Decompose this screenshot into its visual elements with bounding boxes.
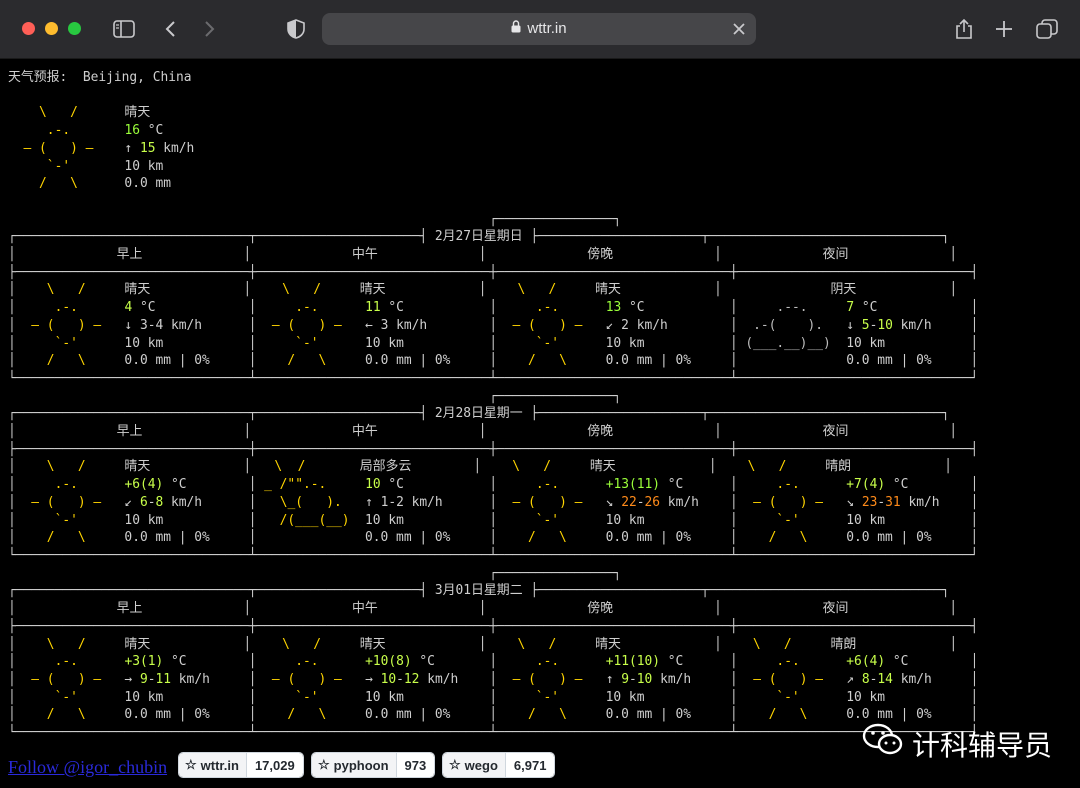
github-badge-wego[interactable]: ☆ wego 6,971 xyxy=(442,752,556,778)
new-tab-icon[interactable] xyxy=(993,16,1015,42)
close-window-button[interactable] xyxy=(22,22,35,35)
lock-icon xyxy=(511,13,521,45)
github-badge-pyphoon[interactable]: ☆ pyphoon 973 xyxy=(311,752,436,778)
privacy-shield-icon[interactable] xyxy=(285,16,307,42)
weather-report: 天气预报: Beijing, China \ / 晴天 .-. 16 °C ― … xyxy=(0,59,1080,788)
watermark-text: 计科辅导员 xyxy=(912,728,1053,762)
badge-label: wego xyxy=(464,757,498,773)
zoom-window-button[interactable] xyxy=(68,22,81,35)
badge-label: wttr.in xyxy=(200,757,239,773)
weather-ascii-report: 天气预报: Beijing, China \ / 晴天 .-. 16 °C ― … xyxy=(8,70,979,741)
watermark: 计科辅导员 xyxy=(862,722,1052,765)
badge-count: 973 xyxy=(395,753,435,777)
clear-url-icon[interactable] xyxy=(728,18,750,40)
badge-count: 17,029 xyxy=(245,753,303,777)
wechat-icon xyxy=(862,722,904,765)
tab-overview-icon[interactable] xyxy=(1035,16,1059,42)
browser-toolbar: wttr.in xyxy=(0,0,1080,59)
star-icon: ☆ xyxy=(449,757,461,772)
badge-label: pyphoon xyxy=(333,757,389,773)
sidebar-toggle-icon[interactable] xyxy=(112,16,136,42)
address-bar[interactable]: wttr.in xyxy=(322,13,756,45)
minimize-window-button[interactable] xyxy=(45,22,58,35)
url-display[interactable]: wttr.in xyxy=(322,13,756,45)
url-text: wttr.in xyxy=(527,20,567,37)
github-badge-wttr[interactable]: ☆ wttr.in 17,029 xyxy=(178,752,304,778)
badge-count: 6,971 xyxy=(504,753,555,777)
star-icon: ☆ xyxy=(185,757,197,772)
share-icon[interactable] xyxy=(953,16,975,42)
back-arrow-icon[interactable] xyxy=(160,16,180,42)
forward-arrow-icon[interactable] xyxy=(200,16,220,42)
star-icon: ☆ xyxy=(318,757,330,772)
follow-link[interactable]: Follow @igor_chubin xyxy=(8,757,167,778)
